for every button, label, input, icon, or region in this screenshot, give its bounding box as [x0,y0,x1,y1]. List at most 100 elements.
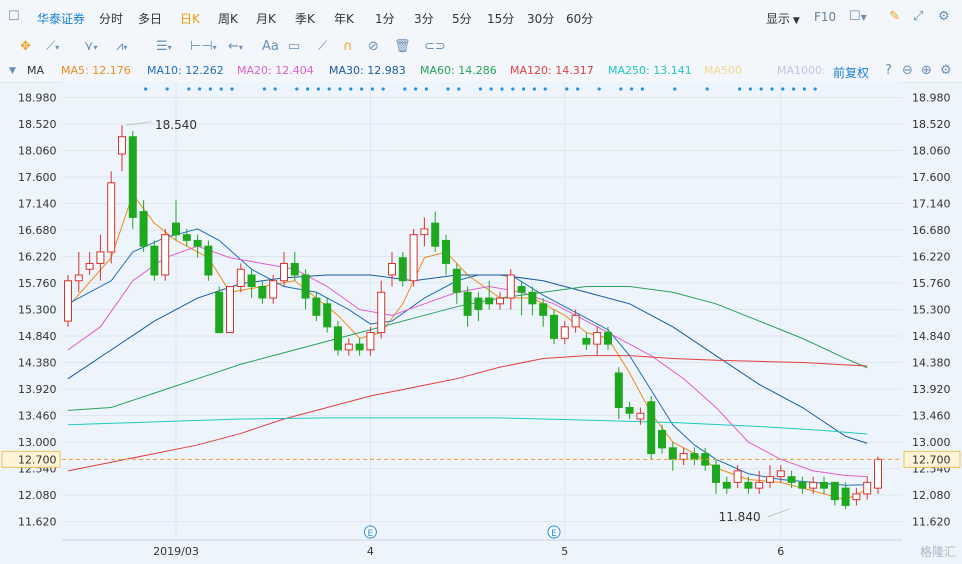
ruler-icon[interactable]: ⟋ [318,39,327,55]
arrow-tool-icon[interactable]: ←▾ [228,39,243,56]
candle-body [312,297,321,316]
candle-body [323,303,332,328]
candle [128,130,137,229]
y-tick-label-left: 14.380 [18,357,57,370]
y-tick-label-left: 17.140 [18,198,57,211]
y-tick-label-left: 16.220 [18,251,57,264]
y-tick-label-left: 11.620 [18,516,57,529]
pencil-icon[interactable]: ✎ [889,9,900,25]
zoom-out-icon[interactable]: ⊖ [902,63,913,79]
x-tick-label: 5 [561,545,568,558]
candle-body [679,453,688,460]
period-tab-weekly[interactable]: 周K [218,10,238,27]
y-tick-label-right: 17.600 [912,171,951,184]
period-toolbar: ☐ 华泰证券 分时 多日 日K 周K 月K 季K 年K 1分 3分 5分 15分… [0,0,962,35]
panel-toggle-icon[interactable]: ☐ [8,9,20,25]
period-tab-3min[interactable]: 3分 [414,10,434,27]
comment-icon[interactable]: ▭ [288,39,300,55]
candle-body [690,453,699,460]
hide-drawings-icon[interactable]: ⊘ [368,39,379,55]
display-menu[interactable]: 显示 ▼ [766,10,800,27]
signal-dot [802,87,807,91]
candle-body [658,430,666,449]
signal-dot [705,87,709,91]
y-tick-label-right: 16.680 [912,224,951,237]
period-tab-15min[interactable]: 15分 [487,10,514,27]
period-tab-30min[interactable]: 30分 [527,10,554,27]
candle-body [388,262,396,276]
period-tab-quarterly[interactable]: 季K [295,10,315,27]
zoom-in-icon[interactable]: ⊕ [921,63,932,79]
display-label: 显示 [766,12,791,26]
layout-select-icon[interactable]: ☐▼ [849,9,867,26]
period-tab-daily[interactable]: 日K [180,10,200,27]
candle-body [366,332,375,351]
wave-tool-icon[interactable]: ⩘▾ [116,39,127,56]
y-tick-label-right: 18.980 [912,92,951,105]
candle-body [344,343,353,351]
adjust-mode-button[interactable]: 前复权 [833,64,869,81]
range-tool-icon[interactable]: ⊢⊣▾ [190,39,217,56]
signal-dot [144,87,148,91]
candle-body [712,464,720,483]
collapse-triangle-icon[interactable]: ▼ [9,63,16,79]
signal-dot [219,87,223,91]
period-tab-5min[interactable]: 5分 [452,10,472,27]
candle-body [128,136,137,218]
signal-dot [522,87,526,91]
y-tick-label-left: 18.980 [18,92,57,105]
line-tool-icon[interactable]: ⟋▾ [46,39,59,56]
channel-tool-icon[interactable]: ⋎▾ [84,39,98,56]
signal-dot [295,87,299,91]
signal-dot [414,87,418,91]
candle-body [442,239,450,264]
brand-label: 华泰证券 [37,12,86,26]
x-tick-label: 2019/03 [153,545,199,558]
signal-dot [273,87,277,91]
link-icon[interactable]: ⊂⊃ [424,39,446,55]
f10-button[interactable]: F10 [814,10,836,24]
candle-body [517,286,526,293]
y-tick-label-left: 13.920 [18,383,57,396]
trash-icon[interactable]: 🗑 [394,39,411,55]
period-tab-yearly[interactable]: 年K [334,10,354,27]
magnet-icon[interactable]: ∩ [343,39,353,55]
settings-icon[interactable]: ⚙ [940,63,952,79]
signal-dot [230,87,234,91]
candlestick-chart[interactable]: 18.980 18.980 18.520 18.520 18.060 18.060 17.6… [0,82,962,564]
signal-dot [424,87,428,91]
candle-body [64,280,72,322]
candle [647,395,656,460]
indicator-name: MA [27,64,45,77]
expand-icon[interactable]: ⤢ [913,9,923,25]
y-tick-label-right: 13.460 [912,410,951,423]
candle-body [733,470,742,483]
signal-dot [489,87,493,91]
candle-body [334,326,342,351]
period-tab-intraday[interactable]: 分时 [99,10,123,27]
y-tick-label-right: 12.080 [912,489,951,502]
fibonacci-tool-icon[interactable]: ☰▾ [156,39,172,56]
text-tool-icon[interactable]: Aa [262,39,279,55]
candle-body [593,332,602,345]
period-tab-60min[interactable]: 60分 [566,10,593,27]
candle-body [269,280,278,299]
candle-body [236,268,245,288]
x-tick-label: 6 [777,545,784,558]
signal-dot [360,87,364,91]
period-tab-monthly[interactable]: 月K [256,10,276,27]
candle-body [755,481,764,489]
candle [874,456,882,494]
candle-body [528,291,537,305]
candle-body [852,493,861,501]
settings-icon[interactable]: ⚙ [938,9,950,25]
help-icon[interactable]: ? [885,63,892,79]
candle [161,228,170,281]
period-tab-1min[interactable]: 1分 [375,10,395,27]
candle-body [550,314,558,339]
candle-body [258,286,267,299]
x-tick-label: 4 [367,545,374,558]
move-crosshair-icon[interactable]: ✥ [20,39,31,55]
candle [150,240,159,281]
period-tab-multiday[interactable]: 多日 [138,10,162,27]
